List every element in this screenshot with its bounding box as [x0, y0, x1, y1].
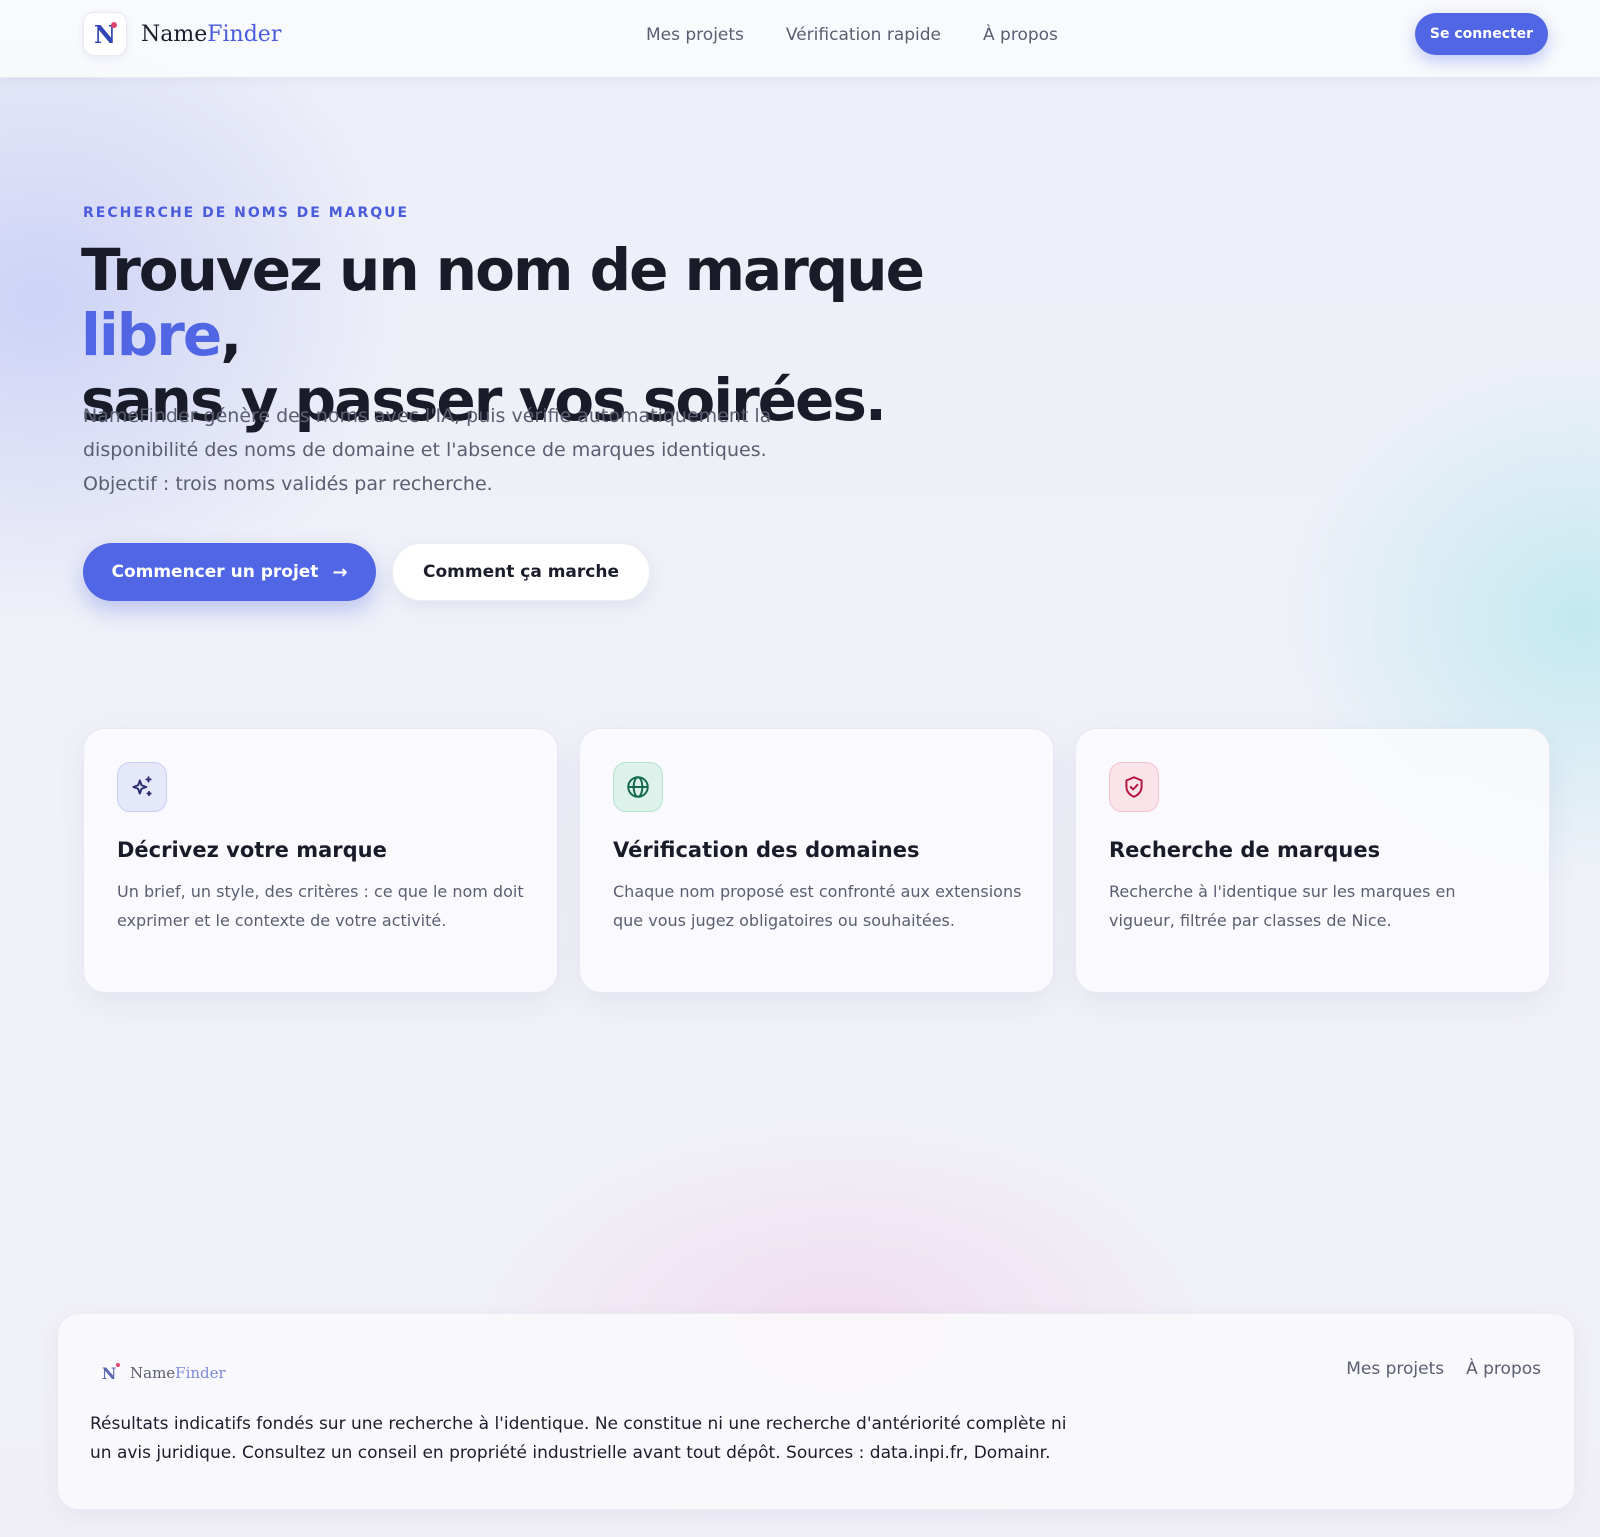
top-navbar: N NameFinder Mes projets Vérification ra…: [0, 0, 1600, 78]
footer: N NameFinder Mes projets À propos Résult…: [57, 1313, 1575, 1510]
footer-nav-a-propos[interactable]: À propos: [1466, 1359, 1541, 1379]
shield-check-icon: [1109, 762, 1159, 812]
footer-nav: Mes projets À propos: [1324, 1359, 1541, 1379]
how-it-works-button[interactable]: Comment ça marche: [392, 543, 650, 601]
footer-nav-mes-projets[interactable]: Mes projets: [1346, 1359, 1444, 1379]
headline-accent-word: libre: [81, 301, 222, 369]
sparkles-icon: [117, 762, 167, 812]
logo-dot: [111, 22, 117, 28]
main-nav: Mes projets Vérification rapide À propos: [646, 22, 1100, 48]
footer-logo-mark: N: [96, 1360, 122, 1386]
footer-brand-name-part2: Finder: [175, 1364, 226, 1382]
hero-eyebrow: RECHERCHE DE NOMS DE MARQUE: [83, 205, 410, 221]
feature-card-domains: Vérification des domaines Chaque nom pro…: [579, 728, 1054, 993]
feature-title: Recherche de marques: [1109, 838, 1381, 862]
nav-item-a-propos[interactable]: À propos: [983, 22, 1058, 48]
globe-icon: [613, 762, 663, 812]
feature-description: Un brief, un style, des critères : ce qu…: [117, 882, 524, 930]
login-button[interactable]: Se connecter: [1415, 13, 1548, 55]
hero-description: NameFinder génère des noms avec l'IA, pu…: [83, 405, 772, 495]
start-project-label: Commencer un projet: [111, 562, 319, 582]
brand-name-part1: Name: [141, 21, 208, 47]
feature-card-trademarks: Recherche de marques Recherche à l'ident…: [1075, 728, 1550, 993]
start-project-button[interactable]: Commencer un projet →: [83, 543, 376, 601]
feature-title: Vérification des domaines: [613, 838, 920, 862]
nav-item-mes-projets[interactable]: Mes projets: [646, 22, 744, 48]
footer-brand-name: NameFinder: [130, 1364, 226, 1382]
feature-title: Décrivez votre marque: [117, 838, 387, 862]
legal-disclaimer: Résultats indicatifs fondés sur une rech…: [90, 1414, 1067, 1463]
nav-item-verification-rapide[interactable]: Vérification rapide: [786, 22, 941, 48]
arrow-right-icon: →: [332, 561, 348, 583]
brand-name: NameFinder: [141, 22, 281, 47]
footer-brand-name-part1: Name: [130, 1364, 176, 1382]
brand-name-part2: Finder: [207, 21, 282, 47]
feature-description: Recherche à l'identique sur les marques …: [1109, 882, 1456, 930]
footer-logo-initial: N: [101, 1363, 117, 1383]
headline-text-start: Trouvez un nom de marque: [81, 236, 925, 304]
feature-description: Chaque nom proposé est confronté aux ext…: [613, 882, 1022, 930]
footer-brand-logo[interactable]: N NameFinder: [96, 1360, 226, 1386]
headline-comma: ,: [220, 301, 242, 369]
brand-logo[interactable]: N NameFinder: [83, 12, 281, 56]
page: N NameFinder Mes projets Vérification ra…: [0, 0, 1600, 1537]
feature-card-brief: Décrivez votre marque Un brief, un style…: [83, 728, 558, 993]
footer-logo-dot: [116, 1363, 120, 1367]
logo-mark: N: [83, 12, 127, 56]
